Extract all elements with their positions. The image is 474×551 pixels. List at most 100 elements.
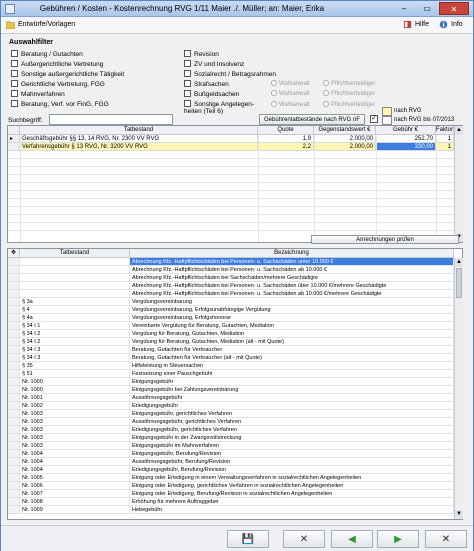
row-selector[interactable]: [8, 434, 20, 442]
row-selector[interactable]: [8, 306, 20, 314]
column-header-tatbestand[interactable]: Tatbestand: [20, 126, 258, 135]
filter-checkbox[interactable]: ZV und Insolvenz: [184, 60, 244, 68]
empty-row[interactable]: [8, 207, 462, 215]
row-selector[interactable]: [8, 458, 20, 466]
row-selector[interactable]: [8, 506, 20, 514]
table-row[interactable]: Nr. 1003 Einigungsgebühr im Mahnverfahren: [8, 442, 454, 450]
cell-bezeichnung[interactable]: Einigung oder Erledigung, Berufung/Revis…: [130, 490, 454, 498]
checkbox-box[interactable]: [184, 90, 191, 97]
cancel-button[interactable]: ✕: [283, 530, 325, 548]
cell-tatbestand[interactable]: Verfahrensgebühr § 13 RVG, Nr. 3200 VV R…: [20, 143, 258, 151]
table-row[interactable]: Nr. 1003 Aussöhnungsgebühr, gerichtliches…: [8, 418, 454, 426]
table-row[interactable]: Nr. 1003 Einigungsgebühr, gerichtliches V…: [8, 410, 454, 418]
cell-bezeichnung[interactable]: Einigungsgebühr in der Zwangsvollstrecku…: [130, 434, 454, 442]
empty-row[interactable]: [8, 223, 462, 231]
table-row[interactable]: Nr. 1004 Erledigungsgebühr, Berufung/Revi…: [8, 466, 454, 474]
empty-row[interactable]: [8, 199, 462, 207]
cell-tatbestand[interactable]: Nr. 1008: [20, 498, 130, 506]
table-row[interactable]: Nr. 1005 Einigung oder Erledigung in eine…: [8, 474, 454, 482]
cell-bezeichnung[interactable]: Erledigungsgebühr: [130, 402, 454, 410]
radio-dot[interactable]: [323, 101, 329, 107]
save-button[interactable]: 💾: [227, 530, 269, 548]
scroll-thumb[interactable]: [456, 268, 462, 298]
row-selector[interactable]: [8, 482, 20, 490]
empty-row[interactable]: [8, 183, 462, 191]
cell-bezeichnung[interactable]: Abrechnung Kfz.-Haftpflichtschäden bei P…: [130, 258, 454, 266]
row-selector[interactable]: [8, 143, 20, 151]
cell-tatbestand[interactable]: Nr. 1005: [20, 474, 130, 482]
table-row[interactable]: Nr. 1009 Hebegebühr: [8, 506, 454, 514]
radio-pflichtverteidiger[interactable]: Pflichtverteidiger: [323, 101, 375, 108]
menu-info[interactable]: Info: [451, 21, 463, 28]
checkbox-box[interactable]: [184, 100, 191, 107]
cell-bezeichnung[interactable]: Vergütungsvereinbarung, Erfolgshonorar: [130, 314, 454, 322]
cell-tatbestand[interactable]: § 34 I 3: [20, 346, 130, 354]
cell-bezeichnung[interactable]: Einigungsgebühr, Berufung/Revision: [130, 450, 454, 458]
previous-button[interactable]: ◀: [331, 530, 373, 548]
cell-tatbestand[interactable]: Nr. 1002: [20, 402, 130, 410]
move-icon[interactable]: ✥: [8, 249, 20, 258]
cell-bezeichnung[interactable]: Beratung, Gutachten für Verbraucher: [130, 346, 454, 354]
cell-gebuehr[interactable]: 330,00: [376, 143, 436, 151]
cell-tatbestand[interactable]: Nr. 1003: [20, 442, 130, 450]
table-row[interactable]: § 4a Vergütungsvereinbarung, Erfolgshonor…: [8, 314, 454, 322]
cell-tatbestand[interactable]: § 34 I 2: [20, 330, 130, 338]
table1-scrollbar[interactable]: ▲ ▼: [454, 126, 463, 242]
row-selector[interactable]: [8, 298, 20, 306]
cell-bezeichnung[interactable]: Einigungsgebühr, gerichtliches Verfahren: [130, 410, 454, 418]
table-row[interactable]: Nr. 1001 Aussöhnungsgebühr: [8, 394, 454, 402]
radio-dot[interactable]: [271, 90, 277, 96]
table-row[interactable]: § 34 I 2 Vergütung für Beratung, Gutachte…: [8, 330, 454, 338]
checkbox-box[interactable]: [184, 60, 191, 67]
table-row[interactable]: § 34 I 1 Vereinbarte Vergütung für Beratu…: [8, 322, 454, 330]
row-selector[interactable]: [8, 378, 20, 386]
cell-bezeichnung[interactable]: Einigung oder Erledigung, gerichtliches …: [130, 482, 454, 490]
table-row[interactable]: Abrechnung Kfz.-Haftpflichtschäden bei P…: [8, 282, 454, 290]
cell-tatbestand[interactable]: § 3a: [20, 298, 130, 306]
radio-dot[interactable]: [271, 80, 277, 86]
table-row[interactable]: Nr. 1003 Erledigungsgebühr, gerichtliches…: [8, 426, 454, 434]
close-button[interactable]: ✕: [425, 530, 467, 548]
empty-row[interactable]: [8, 215, 462, 223]
column-header-gegenstandswert[interactable]: Gegenstandswert €: [314, 126, 376, 135]
checkbox-box[interactable]: [184, 70, 191, 77]
info-icon[interactable]: [439, 20, 448, 29]
column-header-bezeichnung[interactable]: Bezeichnung: [130, 249, 454, 258]
cell-faktor[interactable]: 1: [436, 135, 454, 143]
checkbox-box[interactable]: [11, 50, 18, 57]
cell-tatbestand[interactable]: Nr. 1001: [20, 394, 130, 402]
row-selector[interactable]: [8, 418, 20, 426]
cell-bezeichnung[interactable]: Erledigungsgebühr, gerichtliches Verfahr…: [130, 426, 454, 434]
filter-checkbox[interactable]: Sonstige Angelegen-heiten (Teil 6): [184, 100, 264, 115]
anrechnungen-pruefen-button[interactable]: Anrechnungen prüfen: [311, 235, 459, 244]
checkbox-box[interactable]: [11, 60, 18, 67]
cell-tatbestand[interactable]: § 34 I 3: [20, 354, 130, 362]
filter-checkbox[interactable]: Beratung / Gutachten: [11, 50, 83, 58]
checkbox-box[interactable]: [11, 100, 18, 107]
row-selector[interactable]: [8, 450, 20, 458]
table-row[interactable]: § 34 I 2 Vergütung für Beratung, Gutachte…: [8, 338, 454, 346]
cell-bezeichnung[interactable]: Erledigungsgebühr, Berufung/Revision: [130, 466, 454, 474]
filter-checkbox[interactable]: Gerichtliche Vertretung, FGG: [11, 80, 105, 88]
row-selector[interactable]: [8, 426, 20, 434]
cell-tatbestand[interactable]: Nr. 1000: [20, 386, 130, 394]
rvg-nf-button[interactable]: Gebührentatbestände nach RVG nF: [259, 114, 365, 125]
row-selector[interactable]: [8, 490, 20, 498]
row-selector[interactable]: [8, 498, 20, 506]
filter-checkbox[interactable]: Beratung, Verf. vor FinG, FGG: [11, 100, 109, 108]
cell-bezeichnung[interactable]: Vereinbarte Vergütung für Beratung, Guta…: [130, 322, 454, 330]
cell-bezeichnung[interactable]: Vergütung für Beratung, Gutachten, Media…: [130, 338, 454, 346]
cell-tatbestand[interactable]: Nr. 1004: [20, 450, 130, 458]
cell-bezeichnung[interactable]: Vergütung für Beratung, Gutachten, Media…: [130, 330, 454, 338]
cell-gebuehr[interactable]: 252,70: [376, 135, 436, 143]
cell-tatbestand[interactable]: Nr. 1006: [20, 482, 130, 490]
row-selector[interactable]: [8, 410, 20, 418]
row-selector[interactable]: [8, 394, 20, 402]
row-selector[interactable]: [8, 266, 20, 274]
table-row[interactable]: Nr. 1004 Aussöhnungsgebühr, Berufung/Revi…: [8, 458, 454, 466]
cell-bezeichnung[interactable]: Vergütungsvereinbarung: [130, 298, 454, 306]
filter-checkbox[interactable]: Sozialrecht / Betragsrahmen: [184, 70, 276, 78]
table-row[interactable]: Abrechnung Kfz.-Haftpflichtschäden bei P…: [8, 258, 454, 266]
filter-checkbox[interactable]: Außergerichtliche Vertretung: [11, 60, 103, 68]
table-row[interactable]: Abrechnung Kfz.-Haftpflichtschäden bei S…: [8, 274, 454, 282]
